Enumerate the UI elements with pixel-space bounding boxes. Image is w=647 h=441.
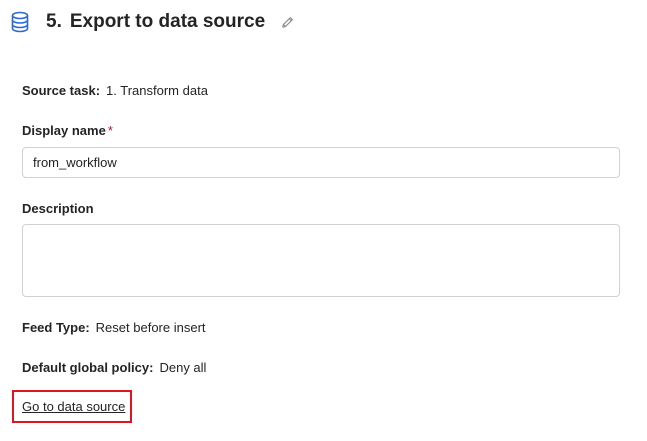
- display-name-label: Display name: [22, 123, 106, 138]
- required-indicator: *: [107, 123, 113, 138]
- pencil-icon[interactable]: [279, 14, 295, 30]
- feed-type-value: Reset before insert: [95, 320, 206, 335]
- source-task-label: Source task:: [22, 83, 101, 98]
- default-global-policy-value: Deny all: [159, 360, 207, 375]
- export-task-panel: 5. Export to data source Source task: 1.…: [0, 0, 647, 441]
- panel-header: 5. Export to data source: [10, 8, 295, 36]
- database-icon: [10, 10, 30, 34]
- display-name-label-row: Display name *: [22, 123, 113, 138]
- source-task-row: Source task: 1. Transform data: [22, 83, 208, 98]
- source-task-value: 1. Transform data: [106, 83, 208, 98]
- description-textarea[interactable]: [22, 224, 620, 297]
- task-title: Export to data source: [69, 11, 266, 32]
- default-global-policy-label: Default global policy:: [22, 360, 154, 375]
- feed-type-row: Feed Type: Reset before insert: [22, 320, 206, 335]
- default-global-policy-row: Default global policy: Deny all: [22, 360, 206, 375]
- description-label: Description: [22, 201, 94, 216]
- description-label-row: Description: [22, 201, 94, 216]
- feed-type-label: Feed Type:: [22, 320, 90, 335]
- task-number: 5.: [46, 11, 62, 32]
- go-to-data-source-link[interactable]: Go to data source: [22, 399, 125, 414]
- display-name-input[interactable]: from_workflow: [22, 147, 620, 178]
